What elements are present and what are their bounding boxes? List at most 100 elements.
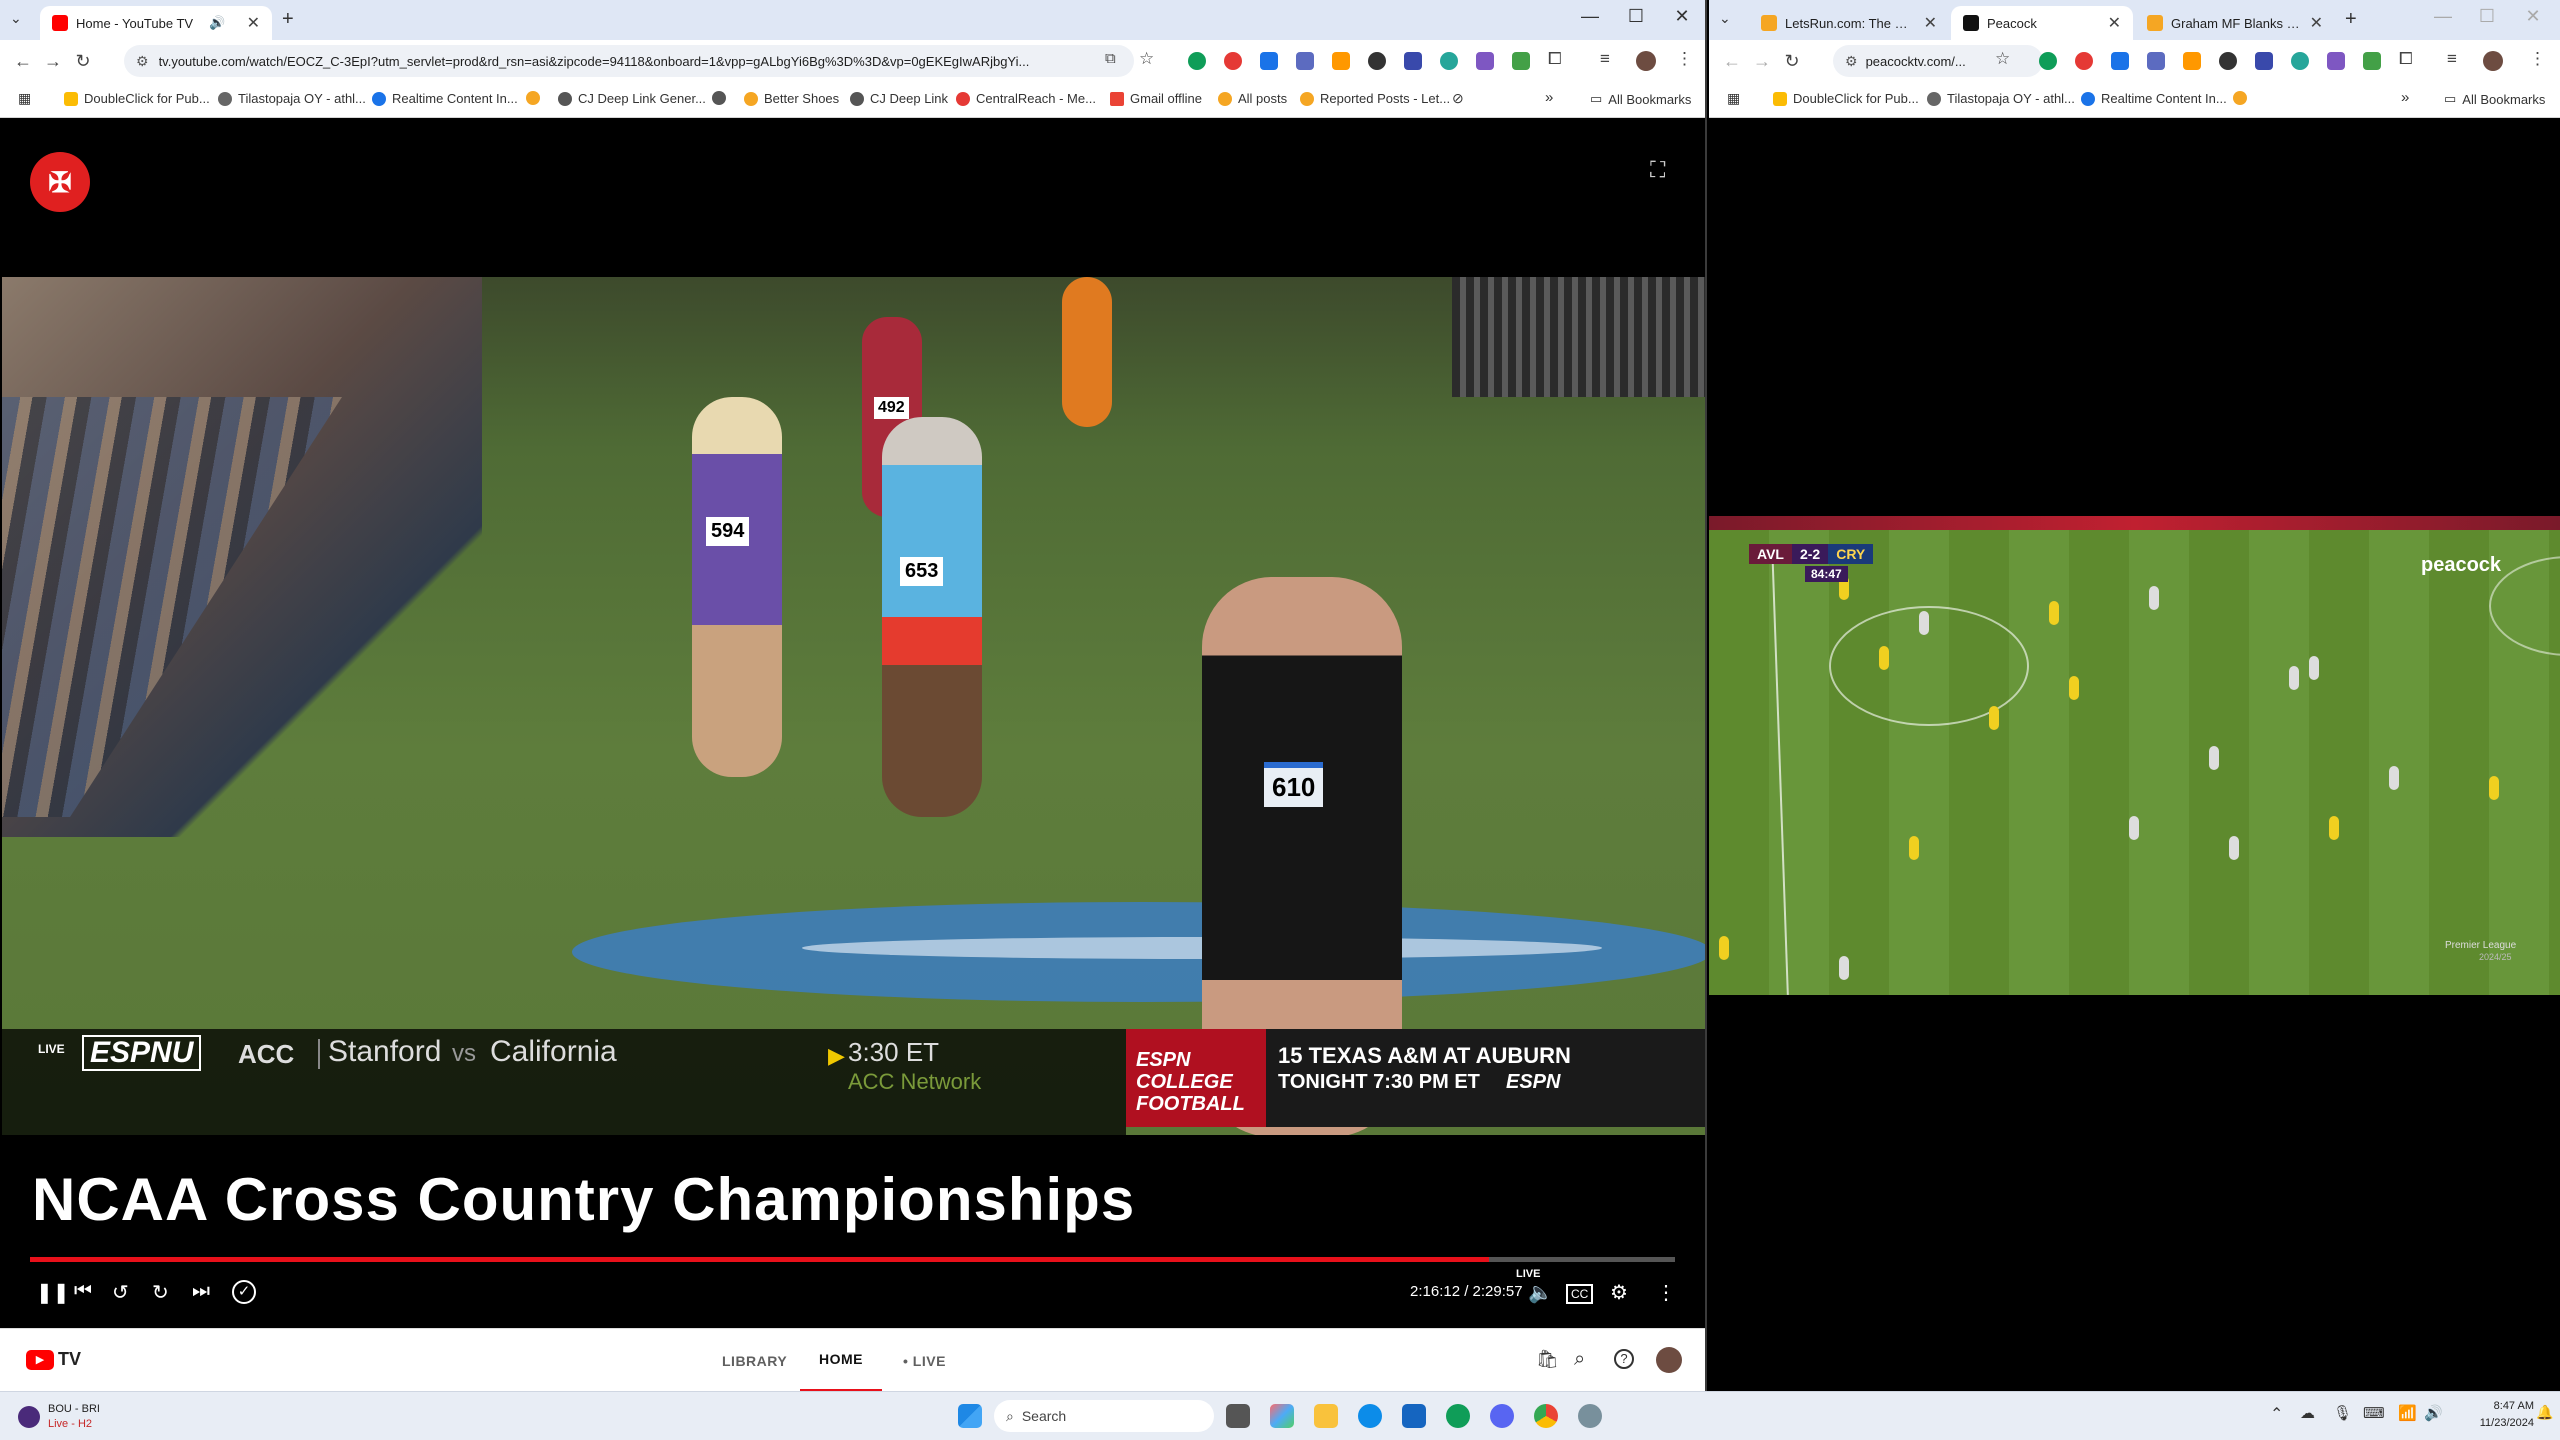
- check-circle-icon[interactable]: ✓: [232, 1280, 256, 1304]
- forward-icon[interactable]: →: [1747, 51, 1777, 72]
- tab-letsrun[interactable]: LetsRun.com: The Hom... ✕: [1749, 6, 1949, 40]
- keyboard-icon[interactable]: ⌨: [2363, 1404, 2385, 1422]
- help-icon[interactable]: ?: [1614, 1349, 1634, 1369]
- browser-menu-icon[interactable]: ⋮: [1676, 49, 1693, 69]
- minimize-button[interactable]: —: [2423, 6, 2463, 27]
- new-tab-button[interactable]: +: [282, 8, 294, 31]
- all-bookmarks-folder[interactable]: ▭ All Bookmarks: [2444, 91, 2545, 107]
- extension-purple-icon[interactable]: [2327, 52, 2345, 70]
- bookmark-tilastopaja[interactable]: Tilastopaja OY - athl...: [218, 91, 366, 106]
- media-control-icon[interactable]: ≡: [2447, 49, 2457, 69]
- extension-teal-icon[interactable]: [2291, 52, 2309, 70]
- bookmark-doubleclick[interactable]: DoubleClick for Pub...: [64, 91, 210, 106]
- live-indicator[interactable]: LIVE: [1516, 1268, 1540, 1280]
- bookmarks-overflow-icon[interactable]: »: [1545, 89, 1553, 106]
- copilot-icon[interactable]: [1270, 1404, 1294, 1428]
- bookmarks-overflow-icon[interactable]: »: [2401, 89, 2409, 106]
- close-tab-icon[interactable]: ✕: [1916, 13, 1937, 33]
- skip-next-icon[interactable]: ⏭: [192, 1280, 210, 1303]
- tab-search-chevron-icon[interactable]: ⌄: [1719, 10, 1731, 27]
- wifi-icon[interactable]: 📶: [2398, 1404, 2417, 1422]
- forward-icon[interactable]: →: [38, 51, 68, 72]
- profile-avatar[interactable]: [2483, 51, 2503, 71]
- extension-dark-icon[interactable]: [2219, 52, 2237, 70]
- tab-youtube-tv[interactable]: Home - YouTube TV 🔊 ✕: [40, 6, 272, 40]
- all-bookmarks-folder[interactable]: ▭ All Bookmarks: [1590, 91, 1691, 107]
- profile-avatar[interactable]: [1636, 51, 1656, 71]
- volume-icon[interactable]: 🔈: [1528, 1280, 1553, 1305]
- extension-d-icon[interactable]: [2147, 52, 2165, 70]
- bookmark-gmail[interactable]: Gmail offline: [1110, 91, 1202, 106]
- bookmark-tilastopaja[interactable]: Tilastopaja OY - athl...: [1927, 91, 2075, 106]
- tab-library[interactable]: LIBRARY: [722, 1329, 787, 1391]
- address-bar[interactable]: ⚙ peacocktv.com/...: [1833, 45, 2043, 77]
- weather-widget[interactable]: BOU - BRI Live - H2: [18, 1402, 100, 1432]
- bookmark-cj-deep-link[interactable]: CJ Deep Link: [850, 91, 948, 106]
- extension-teal-icon[interactable]: [1440, 52, 1458, 70]
- tab-peacock[interactable]: Peacock ✕: [1951, 6, 2133, 40]
- tab-graham-blanks[interactable]: Graham MF Blanks ma... ✕: [2135, 6, 2335, 40]
- extension-dark-icon[interactable]: [1368, 52, 1386, 70]
- skip-previous-icon[interactable]: ⏮: [74, 1280, 92, 1303]
- extension-arc-icon[interactable]: [2255, 52, 2273, 70]
- onedrive-icon[interactable]: ☁: [2300, 1404, 2315, 1422]
- soccer-video[interactable]: AVL 2-2 CRY 84:47 peacock Premier League…: [1709, 516, 2560, 995]
- site-info-icon[interactable]: ⚙: [136, 53, 149, 70]
- new-tab-button[interactable]: +: [2345, 8, 2357, 31]
- bookmark-all-posts[interactable]: All posts: [1218, 91, 1287, 106]
- apps-grid-icon[interactable]: ▦: [18, 90, 31, 107]
- bookmark-letsrun[interactable]: [526, 91, 546, 105]
- progress-bar[interactable]: [30, 1257, 1675, 1262]
- tab-home[interactable]: HOME: [800, 1329, 882, 1391]
- bookmark-star-icon[interactable]: ☆: [1139, 49, 1154, 69]
- extension-orange-icon[interactable]: [2183, 52, 2201, 70]
- extensions-puzzle-icon[interactable]: ⧠: [2399, 49, 2413, 69]
- close-tab-icon[interactable]: ✕: [239, 13, 260, 33]
- extension-green-icon[interactable]: [1512, 52, 1530, 70]
- forward-15-icon[interactable]: ↻: [152, 1280, 169, 1305]
- close-tab-icon[interactable]: ✕: [2100, 13, 2121, 33]
- reload-icon[interactable]: ↻: [1777, 51, 1807, 72]
- bookmark-cj-gener[interactable]: CJ Deep Link Gener...: [558, 91, 706, 106]
- bookmark-doubleclick[interactable]: DoubleClick for Pub...: [1773, 91, 1919, 106]
- extension-d-icon[interactable]: [1296, 52, 1314, 70]
- maximize-button[interactable]: ☐: [2467, 6, 2507, 27]
- captions-icon[interactable]: CC: [1566, 1284, 1594, 1304]
- more-options-icon[interactable]: ⋮: [1656, 1280, 1676, 1305]
- extension-red-icon[interactable]: [2075, 52, 2093, 70]
- extension-arc-icon[interactable]: [1404, 52, 1422, 70]
- extension-grammarly-icon[interactable]: [1188, 52, 1206, 70]
- file-explorer-icon[interactable]: [1314, 1404, 1338, 1428]
- taskbar-search[interactable]: ⌕ Search: [994, 1400, 1214, 1432]
- tray-overflow-icon[interactable]: ⌃: [2270, 1404, 2283, 1424]
- minimize-button[interactable]: —: [1570, 6, 1610, 27]
- extension-red-icon[interactable]: [1224, 52, 1242, 70]
- maximize-button[interactable]: ☐: [1616, 6, 1656, 27]
- bookmark-realtime[interactable]: Realtime Content In...: [2081, 91, 2227, 106]
- bookmark-star-icon[interactable]: ☆: [1995, 49, 2010, 69]
- media-control-icon[interactable]: ≡: [1600, 49, 1610, 69]
- bookmark-better-shoes[interactable]: Better Shoes: [744, 91, 839, 106]
- address-bar[interactable]: ⚙ tv.youtube.com/watch/EOCZ_C-3EpI?utm_s…: [124, 45, 1134, 77]
- account-avatar[interactable]: [1656, 1347, 1682, 1373]
- search-icon[interactable]: ⌕: [1574, 1348, 1585, 1371]
- settings-app-icon[interactable]: [1578, 1404, 1602, 1428]
- extension-purple-icon[interactable]: [1476, 52, 1494, 70]
- tab-audio-icon[interactable]: 🔊: [209, 15, 225, 31]
- edge-icon[interactable]: [1358, 1404, 1382, 1428]
- bookmark-letsrun[interactable]: [2233, 91, 2253, 105]
- speaker-icon[interactable]: 🔊: [2424, 1404, 2443, 1422]
- reload-icon[interactable]: ↻: [68, 51, 98, 72]
- task-view-icon[interactable]: [1226, 1404, 1250, 1428]
- fullscreen-icon[interactable]: ⛶: [1650, 157, 1665, 183]
- chrome-icon[interactable]: [1534, 1404, 1558, 1428]
- bookmark-realtime[interactable]: Realtime Content In...: [372, 91, 518, 106]
- rewind-15-icon[interactable]: ↺: [112, 1280, 129, 1305]
- clock[interactable]: 8:47 AM 11/23/2024: [2450, 1398, 2534, 1432]
- store-icon[interactable]: [1402, 1404, 1426, 1428]
- bookmark-extra-icon[interactable]: ⊘: [1452, 90, 1464, 107]
- extension-orange-icon[interactable]: [1332, 52, 1350, 70]
- video-player[interactable]: ✠ ⛶ 492 594 653 610 LIVE ESPNU ACC Stanf…: [0, 120, 1705, 1328]
- shopping-bag-icon[interactable]: 🛍: [1536, 1349, 1559, 1370]
- extension-blue-icon[interactable]: [1260, 52, 1278, 70]
